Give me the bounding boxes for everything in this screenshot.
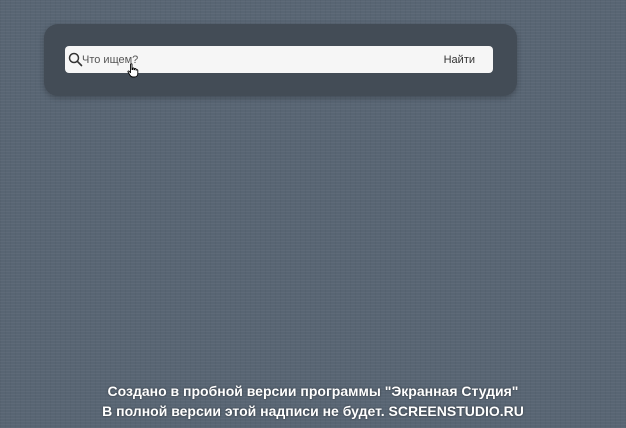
watermark-line-2: В полной версии этой надписи не будет. S… [102, 403, 524, 419]
search-panel: Найти [44, 24, 517, 96]
search-button[interactable]: Найти [438, 50, 481, 69]
search-icon [68, 52, 83, 67]
watermark: Создано в пробной версии программы "Экра… [0, 381, 626, 421]
watermark-line-1: Создано в пробной версии программы "Экра… [107, 383, 519, 399]
hand-pointer-icon [127, 63, 139, 78]
